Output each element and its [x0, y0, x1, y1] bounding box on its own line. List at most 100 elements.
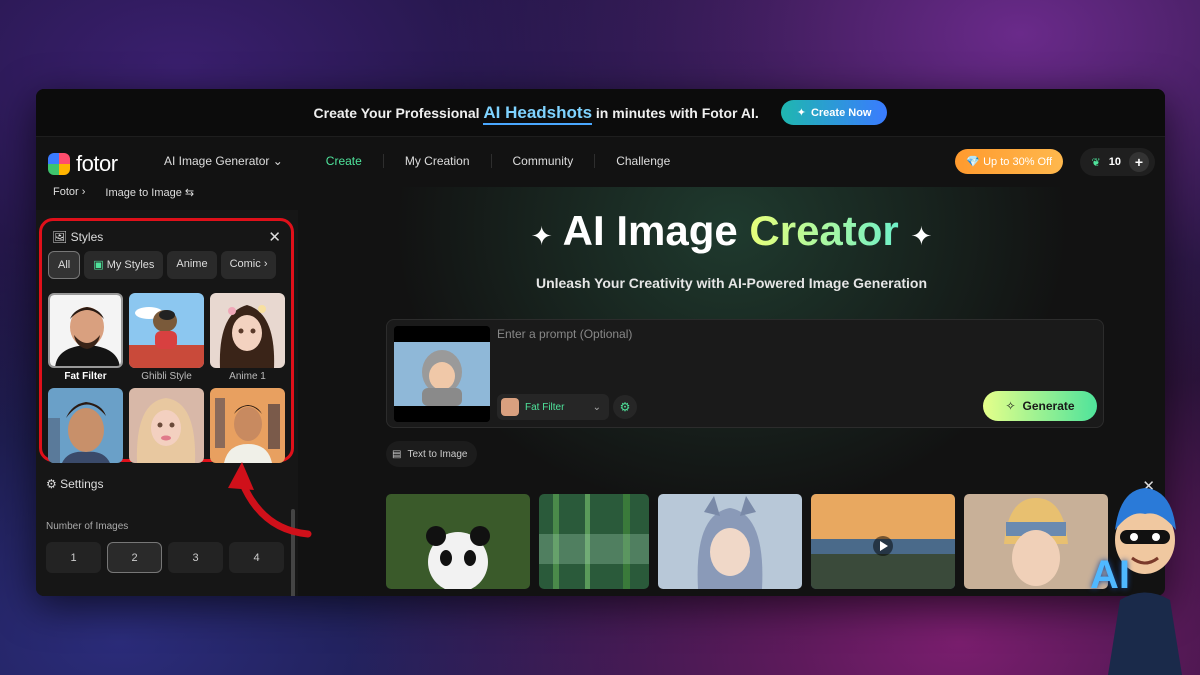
style-tile-anime-1[interactable]: Anime 1 — [210, 293, 285, 382]
avatar — [501, 398, 519, 416]
promo-banner: Create Your Professional AI Headshots in… — [36, 89, 1165, 137]
settings-title: Settings — [60, 477, 104, 491]
chip-my-styles-label: My Styles — [106, 259, 155, 271]
style-tile-image — [129, 293, 204, 368]
gallery-image-panda[interactable] — [386, 494, 530, 589]
style-settings-button[interactable]: ⚙ — [613, 395, 637, 419]
style-tile-5[interactable] — [129, 388, 204, 463]
prompt-input[interactable]: Enter a prompt (Optional) — [497, 327, 632, 341]
gallery-image-wolf-girl[interactable] — [658, 494, 802, 589]
logo-mark-icon — [48, 153, 70, 175]
styles-title: Styles — [70, 230, 104, 244]
style-tile-image — [129, 388, 204, 463]
generate-button[interactable]: ✧ Generate — [983, 391, 1097, 421]
inspiration-gallery — [386, 494, 1108, 589]
breadcrumb-current[interactable]: Image to Image ⇆ — [105, 186, 194, 199]
num-option-3[interactable]: 3 — [168, 542, 223, 573]
hero-title-highlight: Creator — [749, 207, 899, 254]
chevron-right-icon: › — [263, 258, 268, 270]
text-to-image-button[interactable]: ▤ Text to Image — [386, 441, 478, 467]
ai-image-generator-menu[interactable]: AI Image Generator ⌄ — [164, 154, 305, 168]
mascot-ai-text: AI — [1090, 553, 1130, 597]
create-now-button[interactable]: ✦ Create Now — [780, 100, 888, 125]
banner-text: Create Your Professional AI Headshots in… — [313, 102, 759, 125]
sparkle-icon: ✦ — [530, 221, 553, 251]
generate-label: Generate — [1022, 399, 1075, 413]
app-window: Create Your Professional AI Headshots in… — [36, 89, 1165, 596]
style-tile-image — [48, 388, 123, 463]
fotor-logo[interactable]: fotor — [48, 151, 118, 177]
style-tile-4[interactable] — [48, 388, 123, 463]
create-now-label: Create Now — [810, 106, 872, 119]
styles-header: 🖼 Styles — [52, 230, 103, 244]
close-icon[interactable]: ✕ — [268, 228, 281, 246]
style-tile-label: Anime 1 — [229, 371, 266, 382]
gear-icon: ⚙ — [46, 477, 61, 491]
banner-highlight[interactable]: AI Headshots — [483, 102, 593, 125]
add-credits-button[interactable]: + — [1129, 152, 1149, 172]
chip-comic-label: Comic — [229, 258, 261, 270]
gear-icon: ⚙ — [619, 400, 631, 414]
chip-anime[interactable]: Anime — [167, 251, 217, 279]
image-icon: 🖼 — [52, 230, 71, 244]
prompt-box: Enter a prompt (Optional) Fat Filter ⌄ ⚙… — [386, 319, 1104, 428]
num-option-2[interactable]: 2 — [107, 542, 162, 573]
top-navigation: fotor AI Image Generator ⌄ Create My Cre… — [36, 137, 1165, 187]
my-styles-icon: ▣ — [93, 259, 104, 271]
hero-title: ✦ AI Image Creator ✦ — [298, 207, 1165, 255]
breadcrumb-home-label: Fotor — [53, 186, 79, 198]
gallery-video-cheetah[interactable] — [811, 494, 955, 589]
gallery-image-bamboo[interactable] — [539, 494, 649, 589]
magic-wand-icon: ✧ — [1005, 399, 1016, 413]
breadcrumb-current-label: Image to Image — [105, 187, 182, 199]
nav-challenge[interactable]: Challenge — [595, 154, 691, 168]
style-tile-label: Ghibli Style — [141, 371, 192, 382]
breadcrumb: Fotor › Image to Image ⇆ — [53, 186, 194, 199]
breadcrumb-home[interactable]: Fotor › — [53, 186, 85, 199]
red-arrow-annotation — [228, 462, 312, 538]
offer-button[interactable]: 💎 Up to 30% Off — [955, 149, 1063, 174]
credits-count: 10 — [1108, 156, 1121, 168]
logo-text: fotor — [76, 151, 118, 176]
chevron-down-icon: ⌄ — [592, 401, 601, 413]
num-option-1[interactable]: 1 — [46, 542, 101, 573]
nav-my-creation[interactable]: My Creation — [384, 154, 492, 168]
chevron-right-icon: › — [81, 186, 86, 198]
style-select[interactable]: Fat Filter ⌄ — [497, 394, 609, 420]
styles-panel: 🖼 Styles ✕ All ▣ My Styles Anime Comic › — [39, 218, 294, 463]
hero-subtitle: Unleash Your Creativity with AI-Powered … — [535, 275, 928, 291]
magic-wand-icon: ✦ — [796, 107, 806, 119]
hero-title-plain: AI Image — [562, 207, 750, 254]
main-area: ✦ AI Image Creator ✦ Unleash Your Creati… — [298, 187, 1165, 596]
settings-header: ⚙ Settings — [46, 477, 103, 495]
sparkle-icon: ✦ — [910, 221, 933, 251]
style-tile-image — [210, 388, 285, 463]
style-tile-label: Fat Filter — [64, 371, 107, 382]
text-to-image-icon: ▤ — [392, 448, 402, 460]
nav-create[interactable]: Create — [305, 154, 384, 168]
style-tile-6[interactable] — [210, 388, 285, 463]
credits-badge[interactable]: ❦ 10 + — [1079, 148, 1155, 176]
style-tile-ghibli[interactable]: Ghibli Style — [129, 293, 204, 382]
style-tile-image — [210, 293, 285, 368]
gallery-image-girl[interactable] — [964, 494, 1108, 589]
generator-menu-label: AI Image Generator — [164, 154, 270, 168]
chip-all[interactable]: All — [48, 251, 81, 279]
banner-text-before: Create Your Professional — [313, 104, 480, 121]
banner-text-after: in minutes with Fotor AI. — [595, 104, 759, 121]
num-option-4[interactable]: 4 — [229, 542, 284, 573]
style-tile-fat-filter[interactable]: Fat Filter — [48, 293, 123, 382]
style-chips: All ▣ My Styles Anime Comic › — [48, 251, 277, 279]
diamond-icon: 💎 — [966, 156, 984, 168]
chip-my-styles[interactable]: ▣ My Styles — [84, 251, 164, 279]
uploaded-image[interactable] — [394, 326, 490, 422]
chip-comic[interactable]: Comic › — [220, 251, 277, 279]
chevron-down-icon: ⌄ — [272, 154, 283, 168]
style-tiles: Fat Filter Ghibli Style Anime 1 — [48, 293, 285, 463]
text-to-image-label: Text to Image — [407, 448, 468, 460]
swap-icon: ⇆ — [184, 187, 195, 199]
style-select-label: Fat Filter — [525, 401, 565, 413]
offer-label: Up to 30% Off — [983, 156, 1052, 168]
leaf-icon: ❦ — [1091, 156, 1101, 169]
nav-community[interactable]: Community — [492, 154, 596, 168]
